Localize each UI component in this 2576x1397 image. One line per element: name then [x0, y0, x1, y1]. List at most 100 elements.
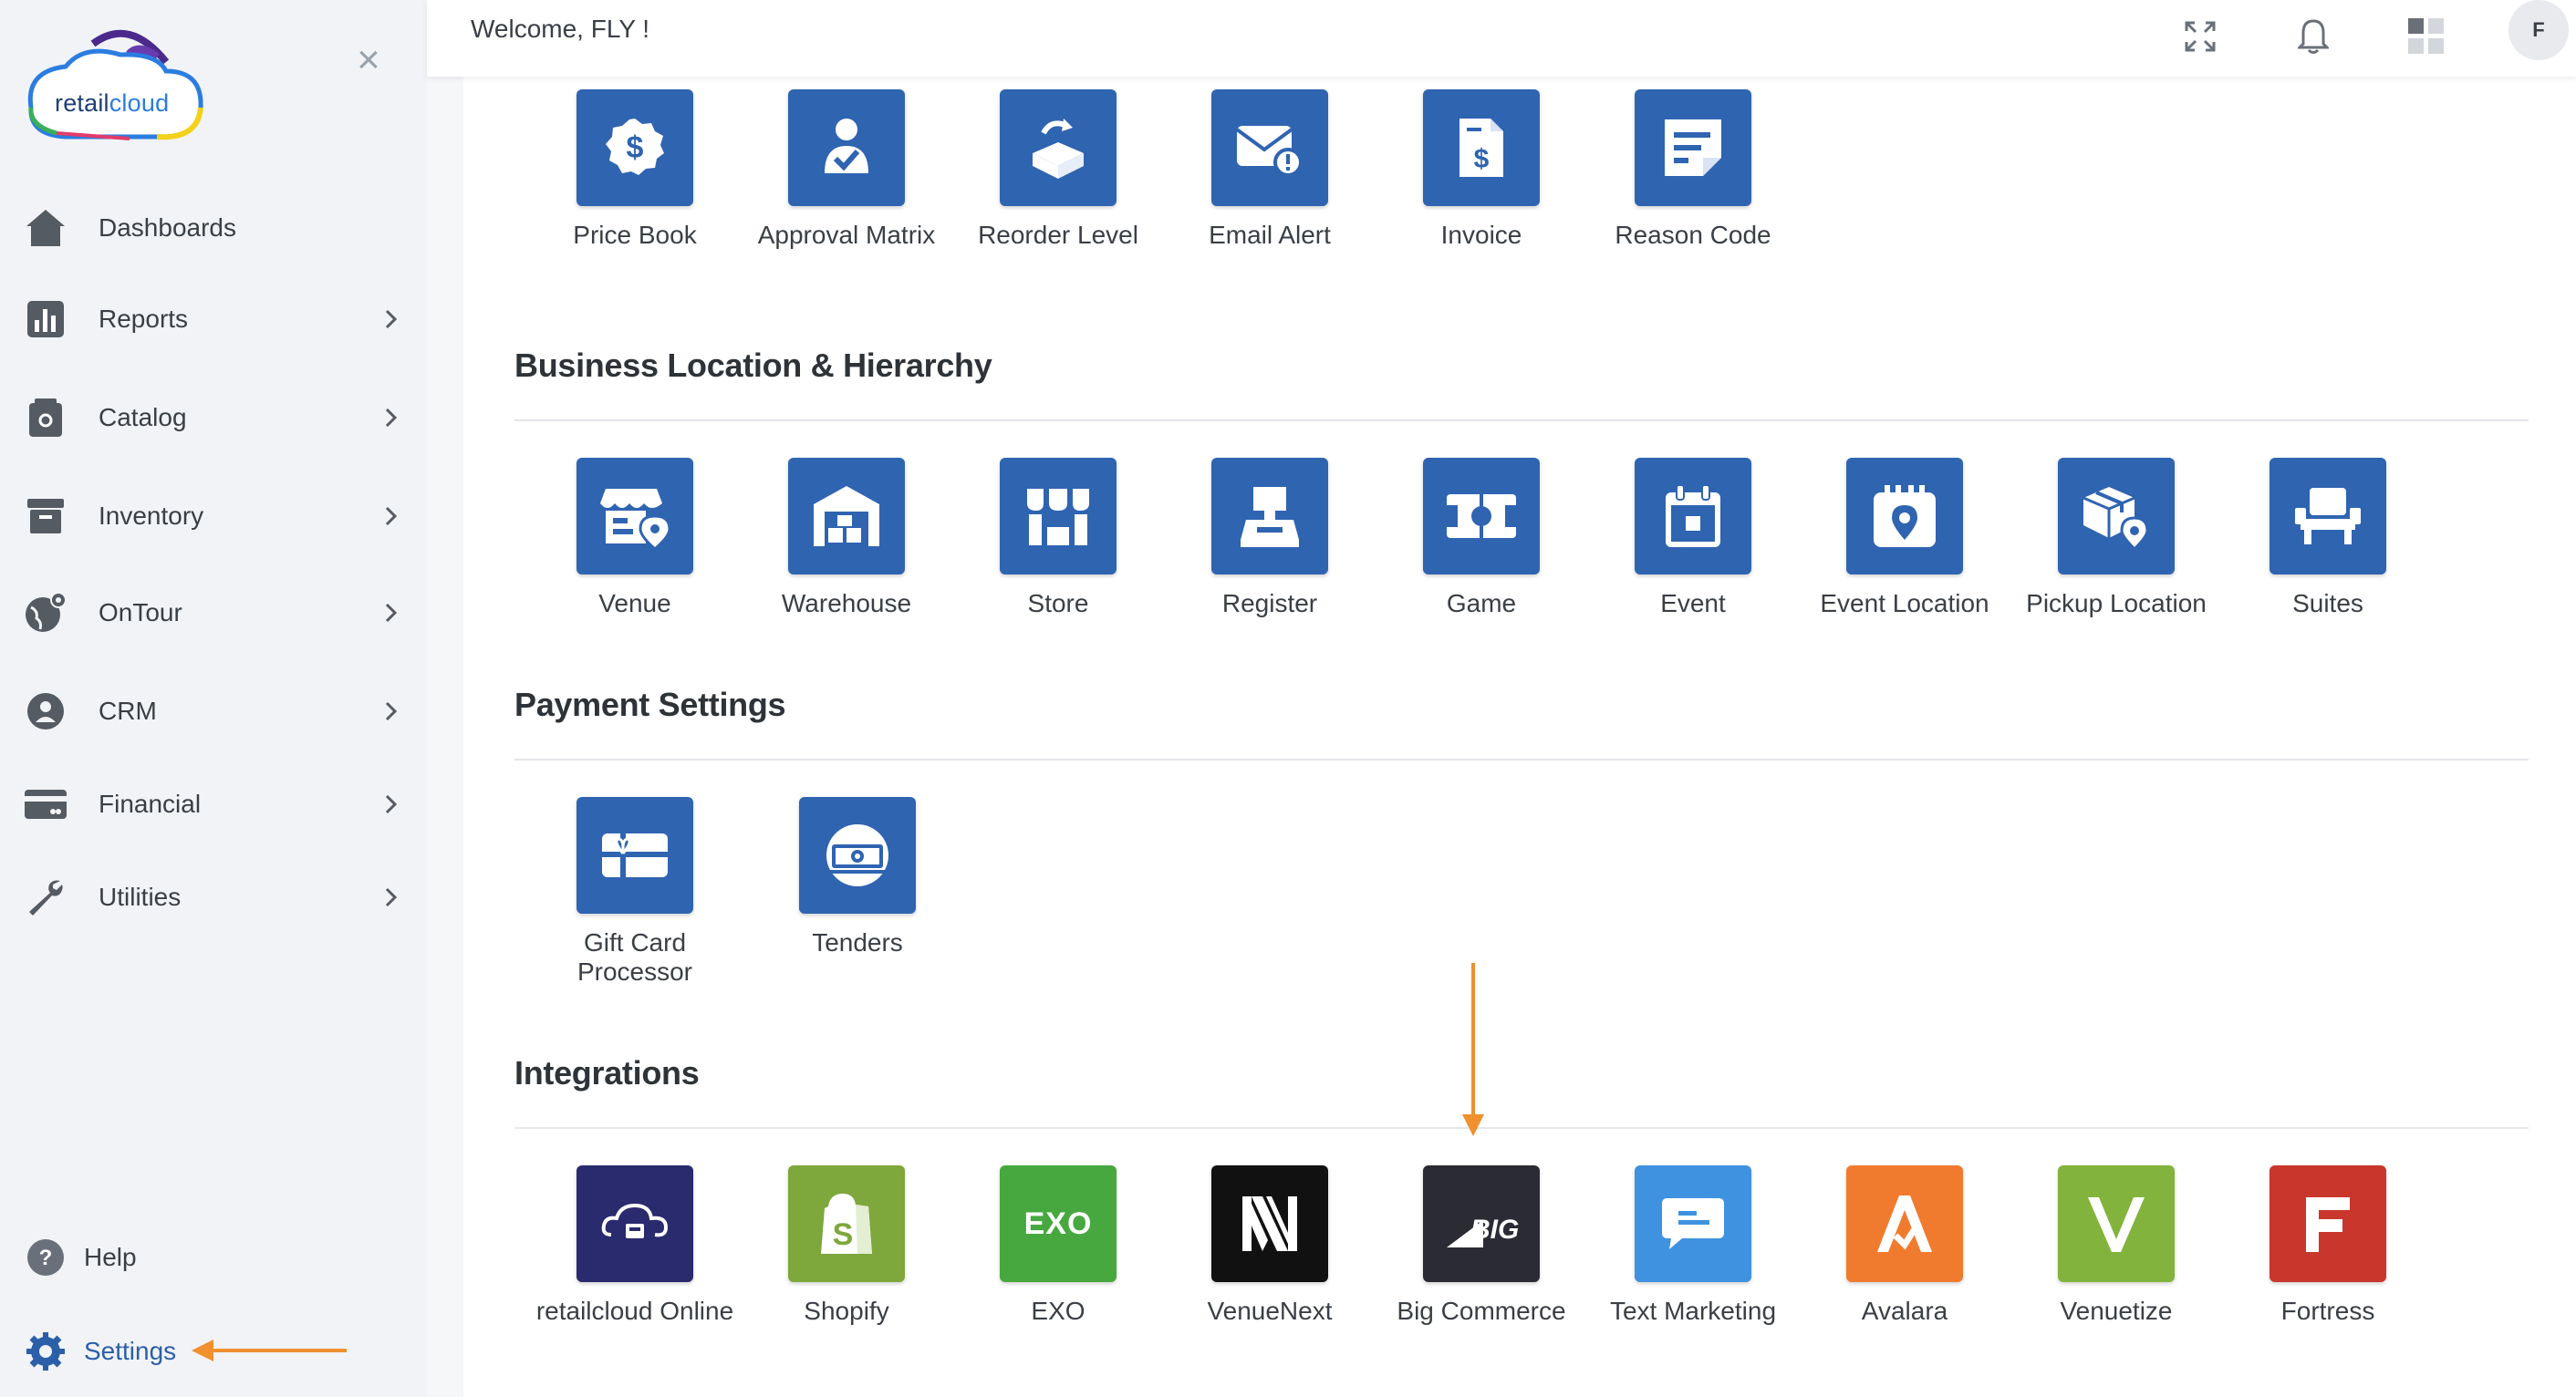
- tile-tenders[interactable]: Tenders: [750, 797, 961, 970]
- tile-label: Fortress: [2280, 1297, 2375, 1325]
- tile-label: Price Book: [573, 221, 697, 249]
- tile-exo[interactable]: EXO EXO: [950, 1165, 1162, 1339]
- logo-cloud-icon: [27, 29, 203, 140]
- tile-label: Invoice: [1440, 221, 1522, 249]
- annotation-arrow-head: [1462, 1114, 1484, 1136]
- game-icon: [1423, 458, 1540, 574]
- tile-reason-code[interactable]: Reason Code: [1585, 89, 1797, 263]
- tile-reorder-level[interactable]: Reorder Level: [950, 89, 1162, 263]
- tile-register[interactable]: Register: [1162, 458, 1374, 631]
- tile-pickup-location[interactable]: Pickup Location: [2009, 458, 2220, 631]
- venuenext-logo: [1211, 1165, 1328, 1282]
- register-icon: [1211, 458, 1328, 574]
- annotation-arrow-settings: [212, 1349, 347, 1352]
- tile-approval-matrix[interactable]: Approval Matrix: [739, 89, 950, 263]
- sidebar-item-label: Financial: [99, 790, 202, 818]
- tile-venuetize[interactable]: Venuetize: [2009, 1165, 2220, 1339]
- sidebar-item-ontour[interactable]: OnTour: [0, 576, 427, 649]
- help-label: Help: [84, 1243, 137, 1271]
- tile-label: Register: [1221, 589, 1318, 617]
- store-icon: [1000, 458, 1117, 574]
- annotation-arrow-head: [192, 1340, 213, 1361]
- globe-pin-icon: [24, 591, 68, 635]
- tile-event[interactable]: Event: [1585, 458, 1797, 631]
- logo-wordmark: retailcloud: [55, 89, 170, 117]
- bigcommerce-logo: BIG: [1423, 1165, 1540, 1282]
- section-divider: [514, 1127, 2529, 1129]
- tile-gift-card-processor[interactable]: Gift Card Processor: [527, 797, 739, 986]
- tile-email-alert[interactable]: Email Alert: [1162, 89, 1374, 263]
- tile-label: Venuetize: [2060, 1297, 2173, 1325]
- user-check-icon: [788, 89, 905, 206]
- shopify-logo: S: [788, 1165, 905, 1282]
- sidebar-item-label: Utilities: [99, 883, 182, 911]
- tile-label: Suites: [2292, 589, 2363, 617]
- retailcloud-logo[interactable]: retailcloud: [20, 16, 212, 144]
- help-link[interactable]: ? Help: [0, 1226, 427, 1289]
- venue-icon: [576, 458, 693, 574]
- section-title-payment: Payment Settings: [514, 686, 786, 723]
- chat-bubble-icon: [1635, 1165, 1751, 1282]
- tile-retailcloud-online[interactable]: retailcloud Online: [527, 1165, 739, 1339]
- user-avatar[interactable]: F: [2508, 0, 2569, 60]
- tile-label: Venue: [598, 589, 671, 617]
- credit-card-icon: [24, 782, 68, 826]
- tile-venue[interactable]: Venue: [527, 458, 739, 631]
- fortress-logo: [2270, 1165, 2386, 1282]
- app-root: retailcloud × Dashboards Reports Catalog: [0, 0, 2576, 1397]
- sidebar-item-inventory[interactable]: Inventory: [0, 480, 427, 553]
- tile-label: VenueNext: [1207, 1297, 1333, 1325]
- sidebar-item-crm[interactable]: CRM: [0, 675, 427, 748]
- section-divider: [514, 419, 2529, 421]
- section-title-business: Business Location & Hierarchy: [514, 347, 992, 384]
- catalog-icon: [24, 396, 68, 440]
- sidebar-item-utilities[interactable]: Utilities: [0, 861, 427, 934]
- box-refresh-icon: [1000, 89, 1117, 206]
- tile-label: Store: [1027, 589, 1089, 617]
- close-sidebar-icon[interactable]: ×: [350, 40, 387, 80]
- exo-logo: EXO: [1000, 1165, 1117, 1282]
- tile-fortress[interactable]: Fortress: [2220, 1165, 2432, 1339]
- tile-label: Big Commerce: [1397, 1297, 1566, 1325]
- calendar-pin-icon: [1846, 458, 1963, 574]
- svg-text:?: ?: [39, 1246, 53, 1270]
- tile-warehouse[interactable]: Warehouse: [739, 458, 950, 631]
- settings-label: Settings: [84, 1337, 177, 1365]
- fullscreen-icon[interactable]: [2175, 11, 2226, 62]
- chevron-right-icon: [385, 887, 398, 907]
- welcome-text: Welcome, FLY !: [471, 15, 650, 43]
- tile-label: Gift Card Processor: [576, 928, 693, 986]
- package-pin-icon: [2058, 458, 2175, 574]
- tile-event-location[interactable]: Event Location: [1797, 458, 2009, 631]
- tile-venuenext[interactable]: VenueNext: [1162, 1165, 1374, 1339]
- grid-apps-icon[interactable]: [2401, 11, 2452, 62]
- tile-text-marketing[interactable]: Text Marketing: [1585, 1165, 1797, 1339]
- email-alert-icon: [1211, 89, 1328, 206]
- chevron-right-icon: [385, 794, 398, 814]
- sidebar-item-label: Inventory: [99, 502, 204, 530]
- chevron-right-icon: [385, 603, 398, 623]
- tile-label: Tenders: [812, 928, 903, 957]
- tile-game[interactable]: Game: [1374, 458, 1585, 631]
- bell-icon[interactable]: [2288, 11, 2339, 62]
- sidebar-item-dashboards[interactable]: Dashboards: [0, 191, 427, 264]
- bar-chart-icon: [24, 297, 68, 341]
- tile-invoice[interactable]: $ Invoice: [1374, 89, 1585, 263]
- sidebar-item-label: OnTour: [99, 598, 182, 626]
- gear-icon: [24, 1330, 68, 1373]
- tile-store[interactable]: Store: [950, 458, 1162, 631]
- tile-big-commerce[interactable]: BIG Big Commerce: [1374, 1165, 1585, 1339]
- tile-label: Shopify: [804, 1297, 889, 1325]
- sidebar-item-reports[interactable]: Reports: [0, 283, 427, 356]
- sidebar-item-financial[interactable]: Financial: [0, 768, 427, 841]
- tile-suites[interactable]: Suites: [2220, 458, 2432, 631]
- tile-label: Pickup Location: [2026, 589, 2207, 617]
- sidebar-item-label: Catalog: [99, 403, 187, 431]
- tile-shopify[interactable]: S Shopify: [739, 1165, 950, 1339]
- sidebar-item-catalog[interactable]: Catalog: [0, 381, 427, 454]
- sidebar-item-label: CRM: [99, 697, 157, 725]
- chair-icon: [2270, 458, 2386, 574]
- svg-text:$: $: [1474, 144, 1490, 174]
- tile-price-book[interactable]: $ Price Book: [527, 89, 739, 263]
- tile-avalara[interactable]: Avalara: [1797, 1165, 2009, 1339]
